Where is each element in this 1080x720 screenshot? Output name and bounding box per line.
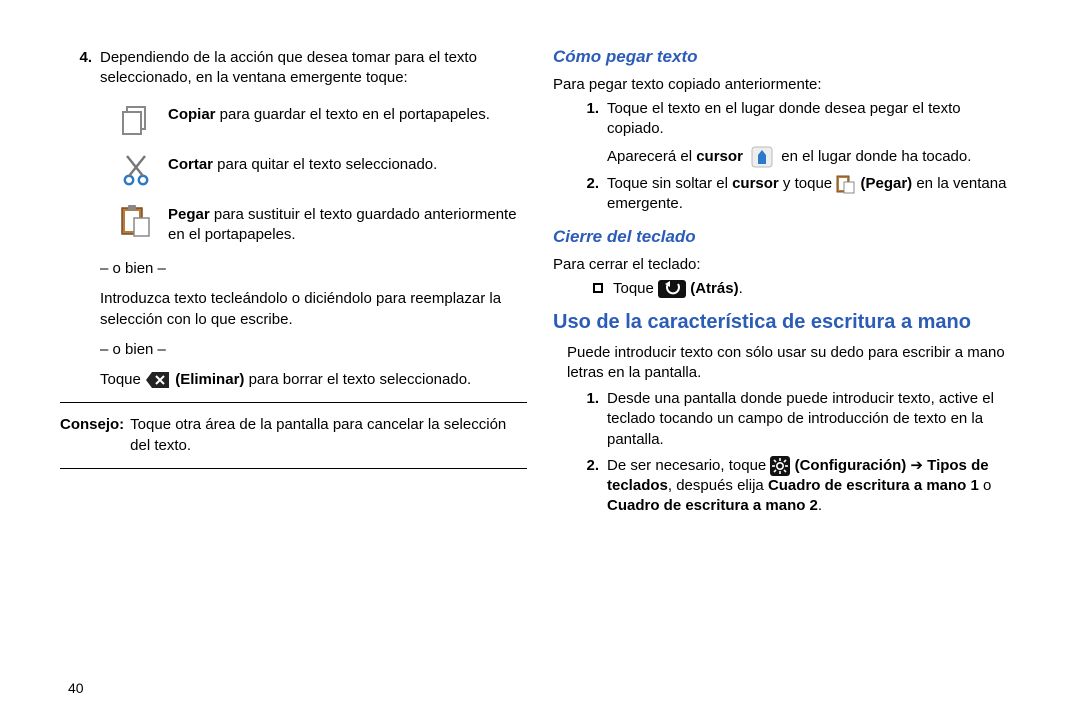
hand-step-1: 1. Desde una pantalla donde puede introd… bbox=[579, 389, 1020, 450]
type-replace-text: Introduzca texto tecleándolo o diciéndol… bbox=[100, 289, 527, 330]
tip-label: Consejo: bbox=[60, 415, 130, 456]
heading-handwriting: Uso de la característica de escritura a … bbox=[553, 310, 1020, 335]
divider-top bbox=[60, 402, 527, 403]
cut-text: Cortar para quitar el texto seleccionado… bbox=[168, 153, 527, 175]
handwriting-intro: Puede introducir texto con sólo usar su … bbox=[567, 343, 1020, 384]
paste-step-1: 1. Toque el texto en el lugar donde dese… bbox=[579, 99, 1020, 140]
paste-step-1b: Aparecerá el cursor en el lugar donde ha… bbox=[607, 146, 1020, 168]
tip-box: Consejo: Toque otra área de la pantalla … bbox=[60, 415, 527, 456]
step-number: 4. bbox=[60, 48, 100, 89]
heading-paste: Cómo pegar texto bbox=[553, 46, 1020, 69]
step-4: 4. Dependiendo de la acción que desea to… bbox=[60, 48, 527, 89]
cursor-handle-icon bbox=[751, 146, 773, 168]
hand-step-2: 2. De ser necesario, toque (Configuració… bbox=[579, 456, 1020, 517]
paste-small-icon bbox=[836, 174, 856, 194]
or-separator-1: – o bien – bbox=[100, 259, 527, 279]
or-separator-2: – o bien – bbox=[100, 340, 527, 360]
paste-text: Pegar para sustituir el texto guardado a… bbox=[168, 203, 527, 246]
paste-intro: Para pegar texto copiado anteriormente: bbox=[553, 75, 1020, 95]
back-key-icon bbox=[658, 280, 686, 298]
cut-option: Cortar para quitar el texto seleccionado… bbox=[118, 153, 527, 189]
copy-option: Copiar para guardar el texto en el porta… bbox=[118, 103, 527, 139]
step-text: Dependiendo de la acción que desea tomar… bbox=[100, 48, 527, 89]
scissors-icon bbox=[118, 153, 154, 189]
close-intro: Para cerrar el teclado: bbox=[553, 255, 1020, 275]
copy-icon bbox=[118, 103, 154, 139]
left-column: 4. Dependiendo de la acción que desea to… bbox=[60, 44, 527, 690]
right-column: Cómo pegar texto Para pegar texto copiad… bbox=[553, 44, 1020, 690]
gear-key-icon bbox=[770, 456, 790, 476]
copy-text: Copiar para guardar el texto en el porta… bbox=[168, 103, 527, 125]
clipboard-icon bbox=[118, 203, 154, 239]
paste-option: Pegar para sustituir el texto guardado a… bbox=[118, 203, 527, 246]
delete-key-icon bbox=[145, 371, 171, 389]
divider-bottom bbox=[60, 468, 527, 469]
paste-step-2: 2. Toque sin soltar el cursor y toque (P… bbox=[579, 174, 1020, 215]
square-bullet-icon bbox=[593, 283, 603, 293]
tap-delete-text: Toque (Eliminar) para borrar el texto se… bbox=[100, 370, 527, 390]
heading-close-keyboard: Cierre del teclado bbox=[553, 226, 1020, 249]
close-step: Toque (Atrás). bbox=[593, 279, 1020, 299]
tip-text: Toque otra área de la pantalla para canc… bbox=[130, 415, 527, 456]
page-number: 40 bbox=[68, 679, 84, 698]
